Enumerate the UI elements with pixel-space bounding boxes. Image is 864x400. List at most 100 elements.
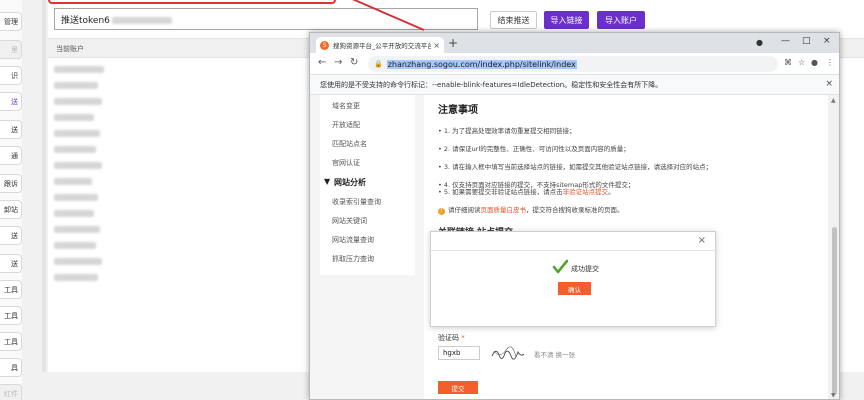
- profile-dot-icon[interactable]: ●: [756, 38, 763, 47]
- token-input-value: 推送token6: [61, 16, 110, 26]
- non-verified-submit-link[interactable]: 非验证站点提交: [563, 188, 609, 196]
- rail-item[interactable]: 里: [0, 40, 22, 59]
- import-link-button[interactable]: 导入链接: [544, 11, 589, 29]
- lock-icon[interactable]: 🔒: [374, 60, 383, 68]
- captcha-label: 验证码 *: [438, 333, 465, 343]
- vertical-scrollbar[interactable]: ▲ ▼: [828, 95, 839, 399]
- side-nav-item[interactable]: 开放适配: [332, 120, 360, 130]
- required-mark: *: [461, 334, 465, 342]
- captcha-label-text: 验证码: [438, 334, 459, 342]
- notice-line: • 3. 请在输入框中填写当前选择站点的链接，如需提交其他验证站点链接，请选择对…: [438, 163, 713, 171]
- captcha-image[interactable]: [490, 345, 526, 361]
- account-row-redacted: [54, 242, 96, 249]
- confirm-button[interactable]: 确认: [558, 282, 591, 295]
- notice-line: • 1. 为了提高处理效率请勿重复提交相同链接；: [438, 127, 576, 135]
- unsupported-flag-infobar: 您使用的是不受支持的命令行标记：--enable-blink-features=…: [310, 75, 839, 95]
- rail-item[interactable]: 送: [0, 92, 22, 111]
- profile-icon[interactable]: ●: [811, 58, 818, 67]
- side-nav-item[interactable]: 官网认证: [332, 158, 360, 168]
- forward-icon[interactable]: →: [334, 57, 342, 68]
- new-tab-icon[interactable]: +: [448, 36, 458, 50]
- scroll-thumb[interactable]: [832, 227, 837, 395]
- account-row-redacted: [54, 98, 102, 105]
- rail-item[interactable]: 跟诉: [0, 174, 22, 193]
- notice-line-5: • 5. 如果需要提交非验证站点链接，请点击非验证站点提交。: [438, 186, 615, 196]
- side-nav-item[interactable]: 网站流量查询: [332, 235, 374, 245]
- main-content: 注意事项 • 1. 为了提高处理效率请勿重复提交相同链接； • 2. 请保证ur…: [424, 95, 828, 399]
- side-nav-item[interactable]: 匹配站点名: [332, 139, 367, 149]
- rail-item[interactable]: 工具: [0, 332, 22, 351]
- minimize-icon[interactable]: —: [781, 36, 790, 46]
- account-row-redacted: [54, 226, 100, 233]
- rail-divider: [42, 0, 46, 372]
- browser-window: S 搜狗资源平台_公平开放的交流平台 × + ● — □ × ← → ↻ 🔒 z…: [309, 32, 840, 400]
- success-dialog: × 成功提交 确认: [430, 231, 717, 327]
- captcha-refresh-link[interactable]: 看不清 换一张: [534, 349, 575, 359]
- rail-item[interactable]: 红件: [0, 384, 22, 400]
- account-row-redacted: [54, 162, 102, 169]
- account-row-redacted: [54, 274, 98, 281]
- notice-title: 注意事项: [438, 105, 478, 116]
- infobar-close-icon[interactable]: ×: [825, 79, 833, 89]
- account-row-redacted: [54, 194, 98, 201]
- scroll-down-icon[interactable]: ▼: [831, 392, 836, 399]
- submit-button[interactable]: 提交: [438, 381, 478, 394]
- tab-close-icon[interactable]: ×: [433, 41, 440, 50]
- side-nav: 域名变更 开放适配 匹配站点名 官网认证 ▼ 网站分析 收录索引量查询 网站关键…: [320, 95, 415, 275]
- rail-item[interactable]: 送: [0, 254, 22, 273]
- account-row-redacted: [54, 258, 102, 265]
- rail-item[interactable]: 送: [0, 226, 22, 245]
- account-row-redacted: [54, 82, 98, 89]
- captcha-input[interactable]: hgxb: [438, 346, 480, 360]
- rail-item[interactable]: 识: [0, 66, 22, 85]
- info-icon: !: [438, 208, 445, 215]
- side-nav-item[interactable]: 抓取压力查询: [332, 254, 374, 264]
- scroll-up-icon[interactable]: ▲: [831, 97, 836, 104]
- side-nav-item[interactable]: 域名变更: [332, 101, 360, 111]
- qr-icon[interactable]: ⌘: [784, 58, 792, 67]
- import-account-button[interactable]: 导入账户: [597, 11, 645, 29]
- infobar-text: 您使用的是不受支持的命令行标记：--enable-blink-features=…: [320, 81, 663, 89]
- page-content: 域名变更 开放适配 匹配站点名 官网认证 ▼ 网站分析 收录索引量查询 网站关键…: [310, 95, 839, 399]
- address-bar[interactable]: 🔒 zhanzhang.sogou.com/index.php/sitelink…: [368, 56, 778, 72]
- rail-item[interactable]: 管理: [0, 12, 22, 31]
- quality-whitepaper-link[interactable]: 页面质量白皮书: [481, 206, 527, 214]
- rail-item[interactable]: 卸站: [0, 200, 22, 219]
- url-text[interactable]: zhanzhang.sogou.com/index.php/sitelink/i…: [386, 59, 577, 69]
- tab-bar: S 搜狗资源平台_公平开放的交流平台 × + ● — □ ×: [310, 33, 839, 53]
- redacted-text: [111, 17, 172, 24]
- account-row-redacted: [54, 66, 104, 73]
- browser-tab[interactable]: S 搜狗资源平台_公平开放的交流平台 ×: [316, 37, 444, 53]
- side-nav-group-label[interactable]: 网站分析: [334, 177, 366, 188]
- tab-title: 搜狗资源平台_公平开放的交流平台: [333, 42, 432, 50]
- left-rail: 管理 里 识 送 送 通 跟诉 卸站 送 送 工具 工具 工具 具 红件: [0, 0, 22, 400]
- rail-item[interactable]: 工具: [0, 280, 22, 299]
- dialog-divider: [431, 250, 717, 251]
- warning-prefix: 请仔细阅读: [448, 206, 481, 214]
- side-nav-item[interactable]: 网站关键词: [332, 216, 367, 226]
- token-input[interactable]: 推送token6: [54, 8, 478, 30]
- browser-toolbar: ← → ↻ 🔒 zhanzhang.sogou.com/index.php/si…: [310, 53, 839, 75]
- maximize-icon[interactable]: □: [802, 36, 811, 46]
- account-row-redacted: [54, 210, 94, 217]
- notice-line: • 2. 请保证url的完整性、正确性、可访问性以及页面内容的质量；: [438, 145, 630, 153]
- account-row-redacted: [54, 178, 92, 185]
- reload-icon[interactable]: ↻: [350, 57, 358, 68]
- account-row-redacted: [54, 114, 94, 121]
- back-icon[interactable]: ←: [318, 57, 326, 68]
- side-nav-group-arrow-icon[interactable]: ▼: [324, 177, 330, 186]
- rail-item[interactable]: 通: [0, 146, 22, 165]
- warning-line: ! 请仔细阅读页面质量白皮书，提交符合搜狗收录标准的页面。: [438, 204, 624, 215]
- menu-icon[interactable]: ⋮: [826, 58, 834, 67]
- dialog-close-icon[interactable]: ×: [698, 235, 706, 246]
- success-text: 成功提交: [571, 265, 599, 273]
- side-nav-item[interactable]: 收录索引量查询: [332, 197, 381, 207]
- close-window-icon[interactable]: ×: [823, 36, 831, 46]
- bookmark-star-icon[interactable]: ☆: [798, 58, 805, 67]
- warning-suffix: ，提交符合搜狗收录标准的页面。: [526, 206, 624, 214]
- notice-line5-suffix: 。: [608, 188, 615, 196]
- end-push-button[interactable]: 结束推送: [490, 11, 537, 29]
- rail-item[interactable]: 工具: [0, 306, 22, 325]
- rail-item[interactable]: 送: [0, 120, 22, 139]
- rail-item[interactable]: 具: [0, 358, 22, 377]
